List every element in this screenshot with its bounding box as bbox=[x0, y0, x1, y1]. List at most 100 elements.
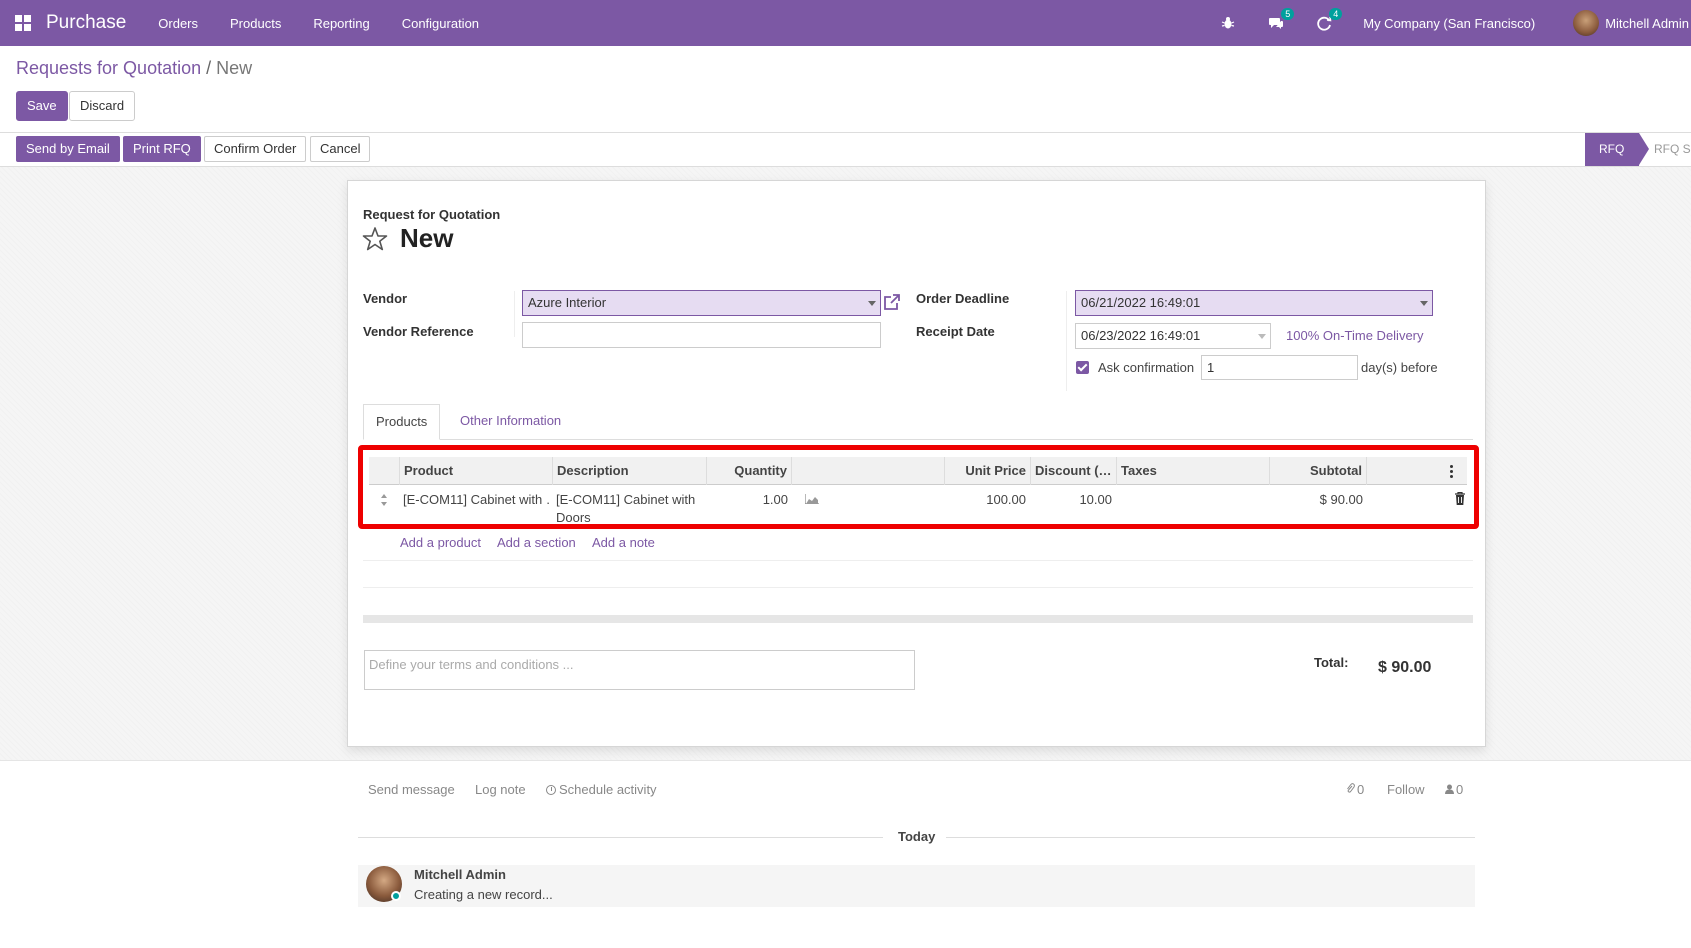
top-navbar: Purchase Orders Products Reporting Confi… bbox=[0, 0, 1691, 46]
activities-count-badge: 4 bbox=[1329, 8, 1343, 20]
attachments-count: 0 bbox=[1357, 782, 1365, 797]
follow-button[interactable]: Follow bbox=[1387, 782, 1425, 797]
cell-description[interactable]: [E-COM11] Cabinet with Doors bbox=[556, 491, 704, 527]
save-button[interactable]: Save bbox=[16, 91, 68, 121]
menu-orders[interactable]: Orders bbox=[158, 16, 198, 31]
message-author[interactable]: Mitchell Admin bbox=[414, 867, 506, 882]
table-header: Product Description Quantity Unit Price … bbox=[369, 457, 1467, 485]
breadcrumb-parent[interactable]: Requests for Quotation bbox=[16, 58, 201, 78]
cell-quantity[interactable]: 1.00 bbox=[706, 491, 788, 509]
menu-configuration[interactable]: Configuration bbox=[402, 16, 479, 31]
on-time-delivery-link[interactable]: 100% On-Time Delivery bbox=[1286, 328, 1424, 343]
description-line: Doors bbox=[556, 510, 591, 525]
days-before-label: day(s) before bbox=[1361, 360, 1438, 375]
tab-products[interactable]: Products bbox=[363, 404, 441, 440]
apps-grid-icon bbox=[15, 15, 31, 31]
column-subtotal[interactable]: Subtotal bbox=[1269, 457, 1366, 485]
chevron-down-icon bbox=[868, 301, 876, 306]
order-lines-table: Product Description Quantity Unit Price … bbox=[358, 445, 1479, 529]
total-amount: $ 90.00 bbox=[1378, 659, 1432, 676]
column-quantity[interactable]: Quantity bbox=[706, 457, 791, 485]
breadcrumb-current: New bbox=[216, 58, 253, 78]
add-note-link[interactable]: Add a note bbox=[592, 535, 655, 550]
schedule-activity-label: Schedule activity bbox=[559, 782, 657, 797]
total-label: Total: bbox=[1314, 655, 1349, 670]
column-taxes[interactable]: Taxes bbox=[1116, 457, 1269, 485]
order-deadline-field[interactable]: 06/21/2022 16:49:01 bbox=[1075, 290, 1433, 316]
ask-confirmation-checkbox[interactable] bbox=[1076, 361, 1089, 374]
vendor-reference-input[interactable] bbox=[522, 322, 881, 348]
description-line: [E-COM11] Cabinet with bbox=[556, 492, 696, 507]
ask-confirmation-label: Ask confirmation bbox=[1098, 360, 1195, 375]
user-icon bbox=[1445, 784, 1454, 794]
messages-button[interactable]: 5 bbox=[1267, 8, 1295, 32]
cell-discount[interactable]: 10.00 bbox=[1030, 491, 1112, 509]
confirm-order-button[interactable]: Confirm Order bbox=[204, 136, 307, 162]
bug-icon bbox=[1222, 17, 1235, 29]
ask-days-input[interactable]: 1 bbox=[1201, 355, 1358, 380]
form-sheet: Request for Quotation New Vendor Vendor … bbox=[347, 180, 1486, 747]
terms-conditions-input[interactable]: Define your terms and conditions ... bbox=[364, 650, 915, 690]
add-section-link[interactable]: Add a section bbox=[497, 535, 576, 550]
apps-menu-button[interactable] bbox=[0, 0, 46, 46]
menu-reporting[interactable]: Reporting bbox=[313, 16, 369, 31]
drag-handle-icon[interactable] bbox=[380, 493, 388, 507]
column-description[interactable]: Description bbox=[552, 457, 706, 485]
handle-column-header bbox=[369, 457, 399, 485]
send-by-email-button[interactable]: Send by Email bbox=[16, 136, 120, 162]
print-rfq-button[interactable]: Print RFQ bbox=[123, 136, 201, 162]
divider bbox=[358, 837, 883, 838]
receipt-date-value: 06/23/2022 16:49:01 bbox=[1081, 328, 1201, 343]
schedule-activity-button[interactable]: Schedule activity bbox=[546, 782, 657, 797]
stage-rfq[interactable]: RFQ bbox=[1585, 133, 1649, 166]
star-icon[interactable] bbox=[362, 226, 388, 252]
receipt-date-field[interactable]: 06/23/2022 16:49:01 bbox=[1075, 323, 1271, 349]
vendor-reference-label: Vendor Reference bbox=[363, 324, 474, 339]
send-message-button[interactable]: Send message bbox=[368, 782, 455, 797]
tab-other-information[interactable]: Other Information bbox=[448, 404, 573, 440]
field-separator bbox=[1066, 291, 1067, 391]
trash-icon[interactable] bbox=[1455, 492, 1465, 505]
user-menu[interactable]: Mitchell Admin bbox=[1573, 10, 1689, 36]
table-footer-bar bbox=[363, 615, 1473, 623]
divider bbox=[363, 560, 1473, 561]
app-name[interactable]: Purchase bbox=[46, 12, 126, 34]
debug-button[interactable] bbox=[1219, 14, 1237, 32]
forecast-graph-icon[interactable] bbox=[805, 494, 819, 504]
column-unit-price[interactable]: Unit Price bbox=[944, 457, 1030, 485]
stage-rfq-sent[interactable]: RFQ Sent bbox=[1654, 133, 1691, 166]
cell-product[interactable]: [E-COM11] Cabinet with … bbox=[403, 491, 551, 509]
external-link-icon[interactable] bbox=[882, 292, 902, 312]
day-separator: Today bbox=[898, 829, 936, 844]
log-note-button[interactable]: Log note bbox=[475, 782, 526, 797]
order-deadline-value: 06/21/2022 16:49:01 bbox=[1081, 295, 1201, 310]
cancel-button[interactable]: Cancel bbox=[310, 136, 371, 162]
company-switcher[interactable]: My Company (San Francisco) bbox=[1363, 16, 1535, 31]
activities-button[interactable]: 4 bbox=[1315, 8, 1343, 32]
column-forecast bbox=[791, 457, 944, 485]
clock-icon bbox=[546, 785, 556, 795]
ask-days-value: 1 bbox=[1207, 360, 1215, 375]
cell-subtotal: $ 90.00 bbox=[1319, 492, 1363, 507]
attachments-button[interactable]: 0 bbox=[1346, 782, 1364, 797]
discard-button[interactable]: Discard bbox=[69, 91, 136, 121]
add-product-link[interactable]: Add a product bbox=[400, 535, 481, 550]
menu-products[interactable]: Products bbox=[230, 16, 281, 31]
vendor-value: Azure Interior bbox=[528, 295, 607, 310]
field-separator bbox=[514, 291, 515, 337]
notebook-tabs: Products Other Information bbox=[363, 404, 1473, 440]
table-row[interactable]: [E-COM11] Cabinet with … [E-COM11] Cabin… bbox=[369, 485, 1467, 525]
user-name: Mitchell Admin bbox=[1605, 15, 1689, 31]
message-body: Creating a new record... bbox=[414, 887, 553, 902]
cell-unit-price[interactable]: 100.00 bbox=[944, 491, 1026, 509]
column-product[interactable]: Product bbox=[399, 457, 552, 485]
paperclip-icon bbox=[1347, 783, 1355, 793]
divider bbox=[946, 837, 1475, 838]
followers-button[interactable]: 0 bbox=[1445, 782, 1463, 797]
chevron-down-icon bbox=[1420, 301, 1428, 306]
status-bar: Send by Email Print RFQ Confirm Order Ca… bbox=[0, 133, 1691, 167]
column-discount[interactable]: Discount (… bbox=[1030, 457, 1116, 485]
optional-columns-toggle[interactable] bbox=[1366, 457, 1467, 485]
messages-count-badge: 5 bbox=[1281, 8, 1295, 20]
vendor-field[interactable]: Azure Interior bbox=[522, 290, 881, 316]
